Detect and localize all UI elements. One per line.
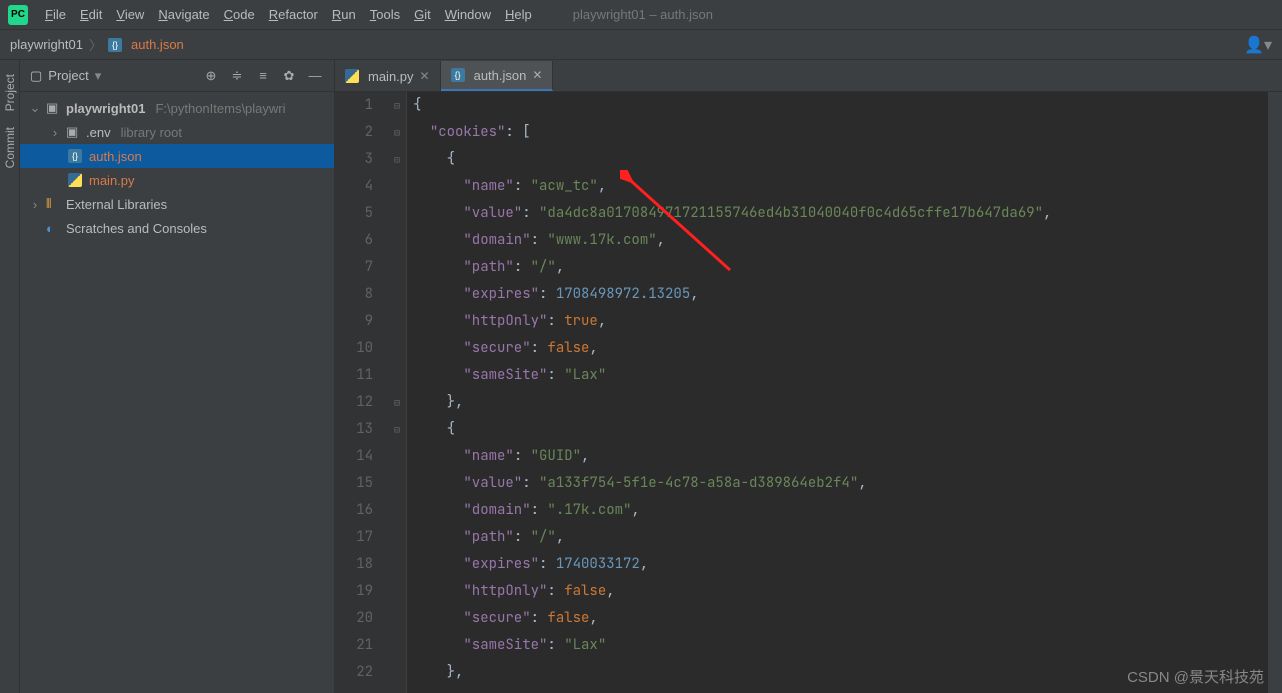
dropdown-chevron-icon[interactable]: ▾ (95, 68, 102, 84)
project-panel-header: ▢ Project ▾ ⊕ ≑ ≡ ✿ — (20, 60, 334, 92)
tool-window-bar: Project Commit (0, 60, 20, 693)
app-icon: PC (8, 5, 28, 25)
breadcrumb-bar: playwright01 〉 {} auth.json 👤▾ (0, 30, 1282, 60)
tool-tab-commit[interactable]: Commit (1, 119, 19, 176)
menu-edit[interactable]: Edit (73, 3, 109, 26)
menu-tools[interactable]: Tools (363, 3, 407, 26)
fold-toggle-icon[interactable]: ⊟ (394, 146, 400, 173)
collapse-all-icon[interactable]: ≡ (254, 68, 272, 83)
code-editor[interactable]: 12345678910111213141516171819202122 ⊟⊟⊟⊟… (335, 92, 1282, 693)
fold-toggle-icon[interactable]: ⊟ (394, 119, 400, 146)
settings-icon[interactable]: ✿ (280, 68, 298, 84)
tree-scratches[interactable]: ◐ Scratches and Consoles (20, 216, 334, 240)
folder-icon: ▣ (46, 100, 62, 116)
external-libraries-label: External Libraries (66, 197, 167, 212)
json-file-icon: {} (68, 149, 82, 163)
project-root-label: playwright01 (66, 101, 145, 116)
menu-code[interactable]: Code (217, 3, 262, 26)
file-label: auth.json (89, 149, 142, 164)
menu-window[interactable]: Window (438, 3, 498, 26)
project-root-path: F:\pythonItems\playwri (155, 101, 285, 116)
fold-toggle-icon[interactable]: ⊟ (394, 416, 400, 443)
json-file-icon: {} (451, 68, 465, 82)
editor-area: main.py ✕ {} auth.json ✕ 123456789101112… (335, 60, 1282, 693)
folder-icon: ▣ (66, 124, 82, 140)
tab-label: main.py (368, 69, 414, 84)
hide-panel-icon[interactable]: — (306, 68, 324, 83)
fold-toggle-icon[interactable]: ⊟ (394, 389, 400, 416)
watermark: CSDN @景天科技苑 (1127, 666, 1264, 687)
libraries-icon: ⫴ (46, 196, 62, 212)
collapse-arrow-icon[interactable]: › (48, 125, 62, 140)
collapse-arrow-icon[interactable]: › (28, 197, 42, 212)
menu-view[interactable]: View (109, 3, 151, 26)
close-tab-icon[interactable]: ✕ (420, 69, 430, 83)
code-content[interactable]: { "cookies": [ { "name": "acw_tc", "valu… (407, 92, 1268, 693)
breadcrumb[interactable]: playwright01 〉 {} auth.json (10, 35, 184, 54)
editor-tab-main-py[interactable]: main.py ✕ (335, 61, 441, 91)
project-tree[interactable]: ⌄ ▣ playwright01 F:\pythonItems\playwri … (20, 92, 334, 240)
user-menu-icon[interactable]: 👤▾ (1244, 35, 1272, 55)
select-opened-file-icon[interactable]: ⊕ (202, 68, 220, 84)
tree-external-libraries[interactable]: › ⫴ External Libraries (20, 192, 334, 216)
expand-arrow-icon[interactable]: ⌄ (28, 100, 42, 116)
tool-tab-project[interactable]: Project (1, 66, 19, 119)
menu-help[interactable]: Help (498, 3, 539, 26)
menu-file[interactable]: File (38, 3, 73, 26)
scratches-icon: ◐ (46, 221, 62, 236)
menu-git[interactable]: Git (407, 3, 438, 26)
menu-navigate[interactable]: Navigate (151, 3, 216, 26)
json-file-icon: {} (108, 38, 122, 52)
file-label: main.py (89, 173, 135, 188)
expand-all-icon[interactable]: ≑ (228, 68, 246, 84)
env-folder-label: .env (86, 125, 111, 140)
breadcrumb-file[interactable]: auth.json (131, 37, 184, 52)
editor-scrollbar[interactable] (1268, 92, 1282, 693)
breadcrumb-separator: 〉 (89, 35, 102, 54)
editor-tab-auth-json[interactable]: {} auth.json ✕ (441, 61, 554, 91)
line-number-gutter: 12345678910111213141516171819202122 (335, 92, 391, 693)
fold-toggle-icon[interactable]: ⊟ (394, 92, 400, 119)
scratches-label: Scratches and Consoles (66, 221, 207, 236)
tree-file-auth-json[interactable]: {} auth.json (20, 144, 334, 168)
project-panel: ▢ Project ▾ ⊕ ≑ ≡ ✿ — ⌄ ▣ playwright01 F… (20, 60, 335, 693)
tree-env-folder[interactable]: › ▣ .env library root (20, 120, 334, 144)
panel-title: Project (48, 68, 88, 83)
python-file-icon (345, 69, 359, 83)
menu-bar: PC FileEditViewNavigateCodeRefactorRunTo… (0, 0, 1282, 30)
fold-gutter[interactable]: ⊟⊟⊟⊟⊟ (391, 92, 407, 693)
close-tab-icon[interactable]: ✕ (532, 68, 542, 82)
breadcrumb-project[interactable]: playwright01 (10, 37, 83, 52)
tab-label: auth.json (474, 68, 527, 83)
window-title: playwright01 – auth.json (573, 7, 713, 22)
env-folder-hint: library root (121, 125, 182, 140)
folder-icon: ▢ (30, 68, 42, 84)
tree-file-main-py[interactable]: main.py (20, 168, 334, 192)
menu-refactor[interactable]: Refactor (262, 3, 325, 26)
tree-root[interactable]: ⌄ ▣ playwright01 F:\pythonItems\playwri (20, 96, 334, 120)
editor-tabbar: main.py ✕ {} auth.json ✕ (335, 60, 1282, 92)
menu-run[interactable]: Run (325, 3, 363, 26)
python-file-icon (68, 173, 82, 187)
